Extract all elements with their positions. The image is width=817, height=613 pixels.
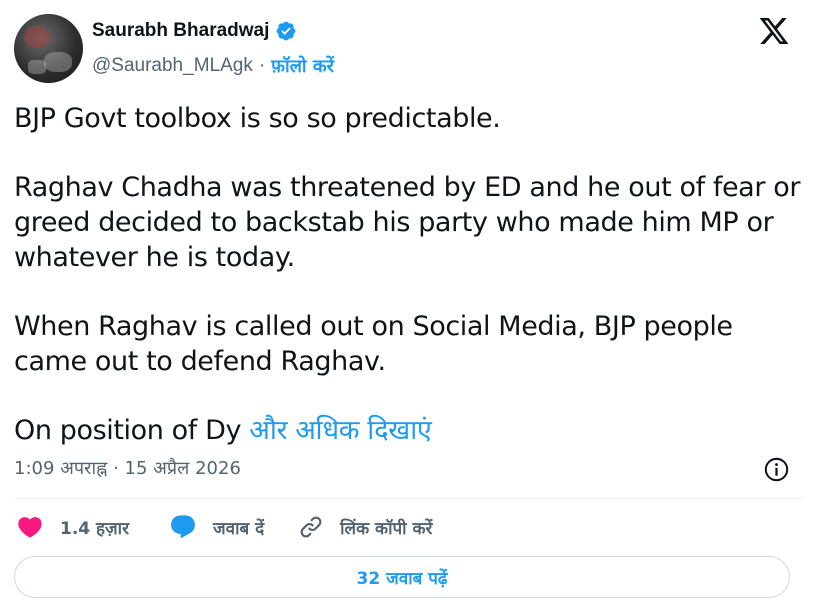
divider [14, 498, 803, 499]
reply-button[interactable]: जवाब दें [169, 513, 264, 541]
read-replies-button[interactable]: 32 जवाब पढ़ें [14, 556, 790, 598]
timestamp-separator: · [113, 458, 119, 479]
info-icon[interactable] [763, 456, 790, 483]
reply-label: जवाब दें [213, 518, 265, 539]
tweet-paragraph: When Raghav is called out on Social Medi… [14, 311, 733, 377]
author-display-name[interactable]: Saurabh Bharadwaj [92, 20, 269, 42]
avatar[interactable] [14, 14, 83, 83]
tweet-paragraph: Raghav Chadha was threatened by ED and h… [14, 172, 801, 273]
tweet-time: 1:09 अपराह्न [14, 458, 108, 479]
like-count: 1.4 हज़ार [60, 518, 130, 539]
verified-badge-icon [275, 20, 297, 42]
author-handle-row: @Saurabh_MLAgk · फ़ॉलो करें [92, 54, 334, 78]
tweet-paragraph: BJP Govt toolbox is so so predictable. [14, 103, 501, 134]
tweet-date: 15 अप्रैल 2026 [124, 458, 241, 479]
truncated-text: On position of Dy [14, 415, 242, 446]
x-logo-icon[interactable] [757, 15, 791, 47]
follow-button[interactable]: फ़ॉलो करें [271, 54, 334, 78]
read-replies-label: 32 जवाब पढ़ें [356, 568, 448, 589]
copy-link-label: लिंक कॉपी करें [340, 518, 433, 539]
tweet-timestamp[interactable]: 1:09 अपराह्न · 15 अप्रैल 2026 [14, 456, 241, 480]
handle-separator: · [258, 55, 266, 76]
author-name-row: Saurabh Bharadwaj [92, 20, 297, 42]
copy-link-button[interactable]: लिंक कॉपी करें [298, 514, 433, 540]
link-icon [300, 516, 322, 538]
show-more-link[interactable]: और अधिक दिखाएं [249, 415, 432, 446]
heart-icon [18, 517, 42, 538]
tweet-paragraph-truncated: On position of Dy और अधिक दिखाएं [14, 413, 804, 448]
action-bar: 1.4 हज़ार जवाब दें लिंक कॉपी करें [16, 512, 433, 542]
tweet-text: BJP Govt toolbox is so so predictable. R… [14, 101, 804, 448]
like-button[interactable]: 1.4 हज़ार [16, 513, 129, 541]
reply-bubble-icon [171, 515, 195, 539]
author-handle[interactable]: @Saurabh_MLAgk [92, 55, 253, 77]
